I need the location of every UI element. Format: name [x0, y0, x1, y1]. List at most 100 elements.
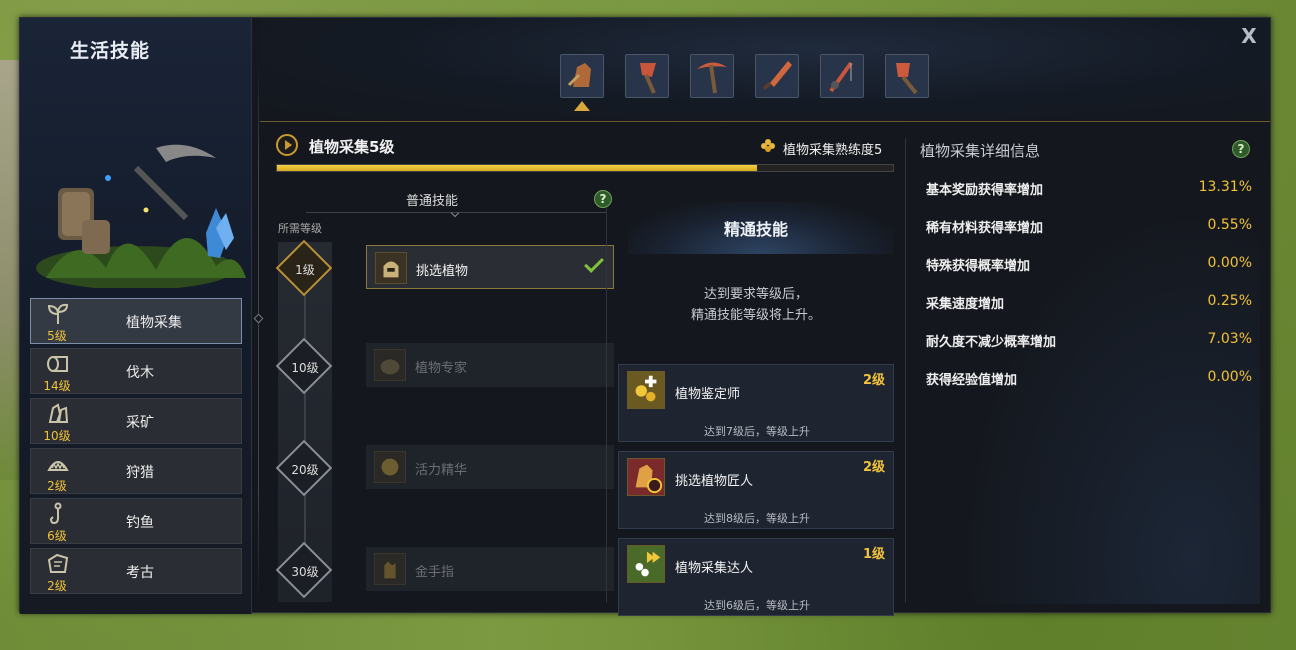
level-node-label: 1级 [295, 263, 315, 277]
log-icon [47, 356, 68, 372]
stat-label: 耐久度不减少概率增加 [926, 335, 1057, 350]
skill-name: 考古 [126, 565, 154, 581]
skill-item-plant-gathering[interactable]: 5级 植物采集 [30, 298, 242, 344]
flower-icon [761, 139, 775, 152]
master-desc-line-1: 达到要求等级后， [703, 287, 808, 302]
skill-item-mining[interactable]: 10级 采矿 [30, 398, 242, 444]
tool-fishing-rod[interactable] [820, 54, 864, 98]
shovel-icon [886, 55, 928, 97]
skill-level: 10级 [43, 429, 71, 443]
skill-level: 2级 [47, 579, 67, 593]
skill-item-archaeology[interactable]: 2级 考古 [30, 548, 242, 594]
skill-list: 5级 植物采集 14级 伐木 10级 采矿 2级 狩猎 6级 钓鱼 2级 考古 [30, 298, 242, 598]
column-separator [905, 138, 906, 603]
normal-skill-plant-expert[interactable]: 植物专家 [366, 343, 614, 387]
details-panel: 植物采集详细信息 ? 基本奖励获得率增加 13.31% 稀有材料获得率增加 0.… [914, 134, 1260, 604]
checkmark-icon [584, 253, 604, 273]
tool-bar: X [260, 18, 1270, 122]
skill-item-hunting[interactable]: 2级 狩猎 [30, 448, 242, 494]
details-title: 植物采集详细信息 [920, 142, 1041, 160]
master-skill-note: 达到8级后，等级上升 [704, 512, 810, 525]
tool-dagger[interactable] [755, 54, 799, 98]
stat-value: 13.31% [1198, 179, 1252, 195]
tool-pickaxe[interactable] [690, 54, 734, 98]
master-skill-note: 达到7级后，等级上升 [704, 425, 810, 438]
sidebar: 生活技能 5级 植物采集 14级 伐木 10级 采矿 2级 狩猎 6级 钓鱼 2… [20, 18, 252, 614]
column-separator [606, 208, 607, 603]
normal-skill-golden-finger[interactable]: 金手指 [366, 547, 614, 591]
fishing-rod-icon [821, 55, 863, 97]
master-skill-name: 植物采集达人 [675, 561, 754, 576]
normal-skill-vitality-essence[interactable]: 活力精华 [366, 445, 614, 489]
skill-name: 狩猎 [126, 465, 154, 481]
master-desc-line-2: 精通技能等级将上升。 [690, 308, 821, 323]
master-skill-name: 植物鉴定师 [675, 387, 741, 402]
skill-name: 植物专家 [415, 361, 468, 376]
level-node-label: 10级 [291, 361, 319, 375]
skill-item-fishing[interactable]: 6级 钓鱼 [30, 498, 242, 544]
skill-name: 挑选植物 [416, 264, 469, 279]
normal-skills-panel: 普通技能 ? 所需等级 1级 挑选植物 10级 植物专家 20级 活力精华 30… [275, 182, 614, 602]
master-skill-name: 挑选植物匠人 [675, 474, 754, 489]
stat-row: 耐久度不减少概率增加 7.03% [926, 331, 1252, 351]
axe-icon [626, 55, 668, 97]
gathering-illustration [36, 144, 246, 288]
tool-gathering-glove[interactable] [560, 54, 604, 98]
proficiency-label: 植物采集熟练度5 [783, 143, 883, 158]
normal-help-button[interactable]: ? [594, 190, 612, 208]
skill-name: 钓鱼 [126, 515, 154, 531]
sidebar-divider [258, 58, 259, 598]
sidebar-title: 生活技能 [69, 40, 150, 62]
master-skill-plant-appraiser[interactable]: 植物鉴定师 2级 达到7级后，等级上升 [618, 364, 894, 442]
level-track-line [304, 250, 306, 590]
tool-axe[interactable] [625, 54, 669, 98]
stat-label: 稀有材料获得率增加 [926, 221, 1044, 236]
normal-skills-title: 普通技能 [406, 194, 459, 209]
skill-level: 6级 [47, 529, 67, 543]
master-skill-gathering-master[interactable]: 植物采集达人 1级 达到6级后，等级上升 [618, 538, 894, 616]
skill-level: 5级 [47, 329, 67, 343]
master-skill-level: 2级 [862, 460, 885, 475]
stat-value: 0.25% [1207, 293, 1252, 309]
stat-row: 获得经验值增加 0.00% [926, 369, 1252, 389]
master-skill-level: 2级 [862, 373, 885, 388]
details-help-button[interactable]: ? [1232, 140, 1250, 158]
life-skills-window: 生活技能 5级 植物采集 14级 伐木 10级 采矿 2级 狩猎 6级 钓鱼 2… [19, 17, 1271, 616]
stat-row: 采集速度增加 0.25% [926, 293, 1252, 313]
skill-item-logging[interactable]: 14级 伐木 [30, 348, 242, 394]
essence-icon [374, 451, 406, 483]
fishhook-icon [49, 502, 62, 525]
divider-diamond [253, 313, 264, 324]
sprout-icon [47, 303, 69, 324]
master-skills-panel: 精通技能 达到要求等级后， 精通技能等级将上升。 植物鉴定师 2级 达到7级后，… [618, 182, 894, 616]
stat-value: 0.55% [1207, 217, 1252, 233]
level-node-label: 30级 [291, 565, 319, 579]
skill-name: 金手指 [415, 565, 455, 580]
lily-fast-forward-icon [627, 545, 665, 583]
stat-row: 基本奖励获得率增加 13.31% [926, 179, 1252, 199]
stat-label: 采集速度增加 [926, 297, 1005, 312]
stat-row: 稀有材料获得率增加 0.55% [926, 217, 1252, 237]
master-description: 达到要求等级后， 精通技能等级将上升。 [618, 284, 894, 326]
master-skills-title: 精通技能 [723, 220, 788, 239]
flower-plus-icon [627, 371, 665, 409]
pickaxe-icon [691, 55, 733, 97]
skill-name: 植物采集 [126, 315, 182, 331]
required-level-label: 所需等级 [278, 222, 322, 235]
trap-icon [47, 461, 69, 471]
skill-level-title: 植物采集5级 [309, 138, 395, 156]
skill-level: 2级 [47, 479, 67, 493]
stat-label: 获得经验值增加 [926, 373, 1018, 388]
selected-tool-indicator [574, 101, 590, 111]
skill-name: 伐木 [126, 365, 154, 381]
play-icon [276, 134, 298, 156]
level-node-label: 20级 [291, 463, 319, 477]
bag-icon [374, 349, 406, 381]
normal-skill-pick-plants[interactable]: 挑选植物 [366, 245, 614, 289]
stone-tablet-icon [47, 553, 69, 573]
close-button[interactable]: X [1238, 24, 1260, 48]
ore-icon [48, 403, 69, 423]
tool-shovel[interactable] [885, 54, 929, 98]
gathering-glove-icon [561, 55, 603, 97]
master-skill-pick-artisan[interactable]: 挑选植物匠人 2级 达到8级后，等级上升 [618, 451, 894, 529]
